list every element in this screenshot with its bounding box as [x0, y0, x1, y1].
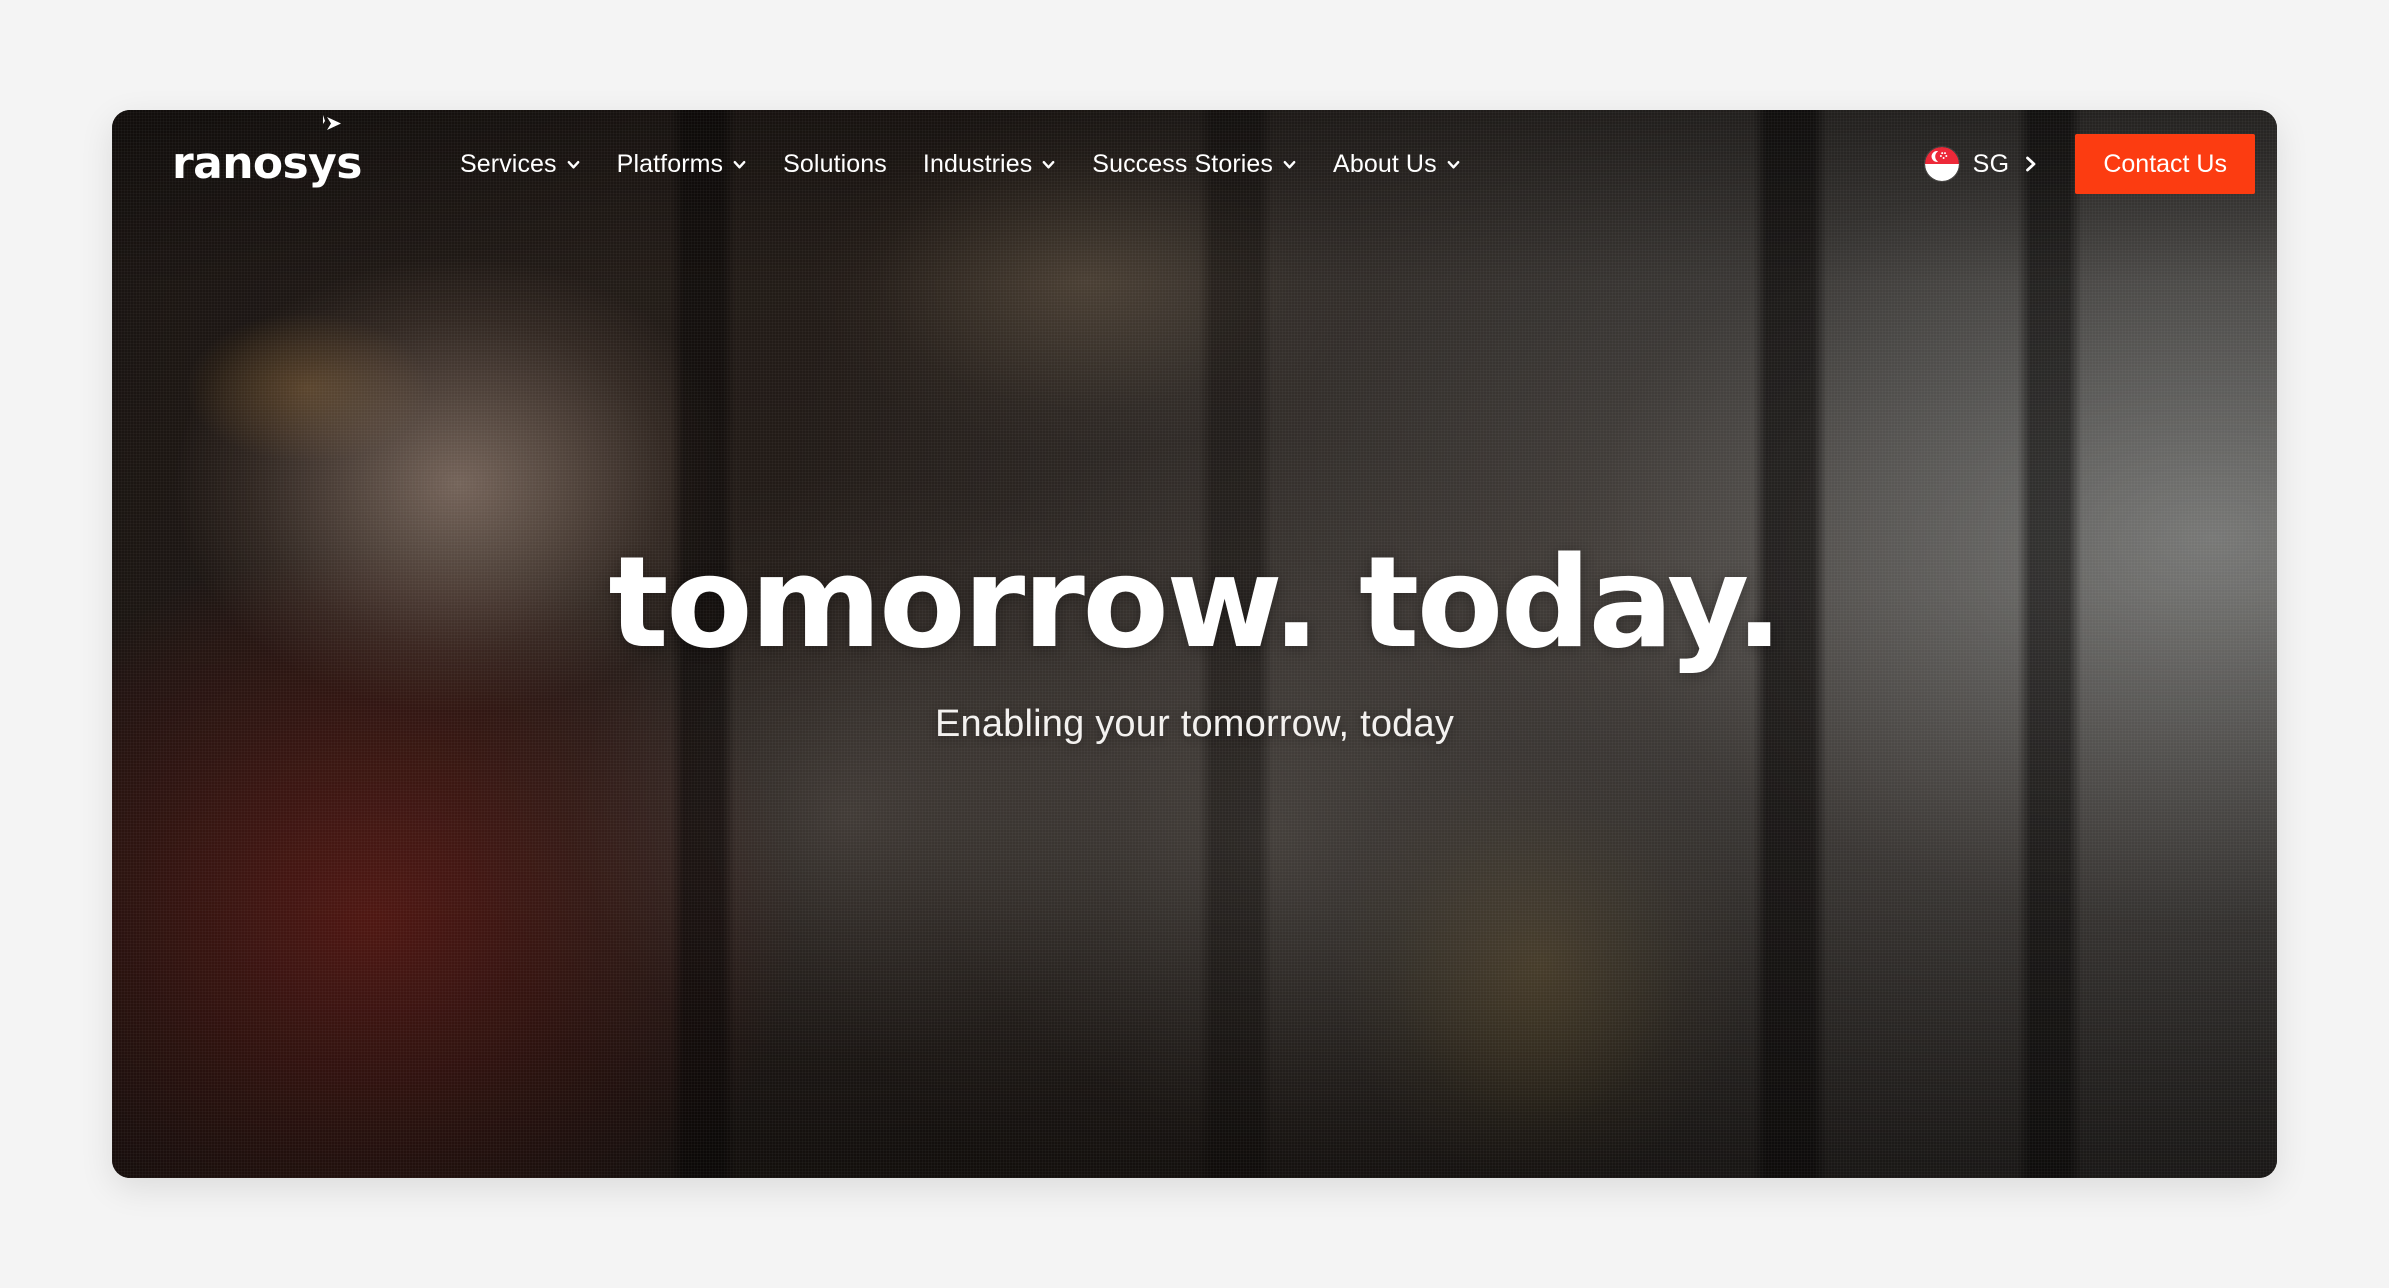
hero-copy: tomorrow. today. Enabling your tomorrow,… — [112, 540, 2277, 748]
brand-logo[interactable]: ranosys — [172, 115, 362, 189]
primary-navigation: Services Platforms Solutions Industries … — [342, 142, 1479, 187]
singapore-flag-icon — [1924, 147, 1959, 181]
nav-item-label: Industries — [922, 149, 1033, 178]
chevron-down-icon — [566, 157, 581, 172]
header-actions: SG Contact Us — [1915, 134, 2255, 194]
nav-item-success-stories[interactable]: Success Stories — [1074, 142, 1315, 187]
page-root: ranosys Services Platforms Solutions Ind… — [0, 0, 2389, 1288]
nav-item-label: Services — [460, 149, 557, 178]
locale-switcher[interactable]: SG — [1915, 139, 2062, 189]
nav-item-industries[interactable]: Industries — [905, 142, 1074, 187]
chevron-down-icon — [732, 157, 747, 172]
arrow-play-mark-icon — [316, 112, 346, 142]
nav-item-label: Platforms — [616, 149, 724, 178]
brand-logo-text: ranosys — [172, 138, 362, 189]
chevron-down-icon — [1041, 157, 1056, 172]
nav-item-platforms[interactable]: Platforms — [599, 142, 765, 187]
nav-item-label: Success Stories — [1092, 149, 1274, 178]
nav-item-label: About Us — [1333, 149, 1437, 178]
chevron-right-icon — [2023, 154, 2039, 174]
hero-banner: ranosys Services Platforms Solutions Ind… — [112, 110, 2277, 1178]
nav-item-label: Solutions — [783, 149, 887, 178]
nav-item-services[interactable]: Services — [442, 142, 599, 187]
site-header: ranosys Services Platforms Solutions Ind… — [112, 110, 2277, 218]
chevron-down-icon — [1446, 157, 1461, 172]
hero-headline: tomorrow. today. — [608, 529, 1783, 676]
hero-subheadline: Enabling your tomorrow, today — [934, 703, 1455, 745]
locale-code-label: SG — [1972, 149, 2010, 178]
nav-item-solutions[interactable]: Solutions — [765, 142, 905, 187]
nav-item-about-us[interactable]: About Us — [1315, 142, 1479, 187]
chevron-down-icon — [1282, 157, 1297, 172]
nav-list: Services Platforms Solutions Industries … — [442, 142, 1479, 187]
contact-us-button[interactable]: Contact Us — [2075, 134, 2255, 194]
